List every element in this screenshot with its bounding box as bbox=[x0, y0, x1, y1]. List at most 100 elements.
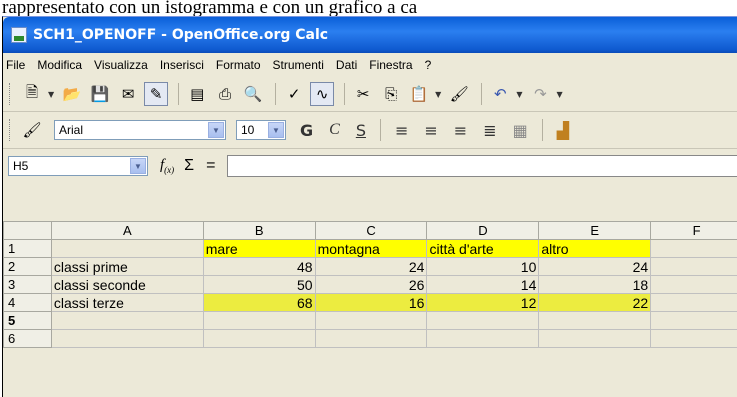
menu-help[interactable]: ? bbox=[425, 58, 432, 72]
cell-f6[interactable] bbox=[650, 329, 737, 348]
align-center-icon[interactable]: ≡ bbox=[424, 121, 437, 140]
chevron-down-icon[interactable]: ▼ bbox=[516, 90, 522, 99]
merge-cells-icon[interactable]: ▦ bbox=[513, 121, 528, 140]
justify-icon[interactable]: ≣ bbox=[483, 121, 496, 140]
cut-icon[interactable]: ✂ bbox=[351, 82, 375, 106]
menu-file[interactable]: File bbox=[6, 58, 25, 72]
underline-button[interactable]: S bbox=[356, 121, 366, 140]
menu-strumenti[interactable]: Strumenti bbox=[273, 58, 324, 72]
email-icon[interactable]: ✉ bbox=[116, 82, 140, 106]
formula-input[interactable] bbox=[227, 155, 737, 177]
row-header-4[interactable]: 4 bbox=[3, 293, 52, 312]
paste-icon[interactable]: 📋 bbox=[407, 82, 431, 106]
sum-icon[interactable]: Σ bbox=[184, 157, 194, 175]
cell-c5[interactable] bbox=[314, 311, 428, 330]
chevron-down-icon[interactable]: ▼ bbox=[268, 122, 284, 138]
column-header-b[interactable]: B bbox=[202, 221, 316, 240]
toolbar-grip[interactable] bbox=[9, 83, 12, 105]
function-wizard-icon[interactable]: f(x) bbox=[160, 157, 174, 175]
cell-e4[interactable]: 22 bbox=[538, 293, 652, 312]
font-name-select[interactable]: Arial ▼ bbox=[54, 120, 226, 140]
row-header-1[interactable]: 1 bbox=[3, 239, 52, 258]
undo-icon[interactable]: ↶ bbox=[488, 82, 512, 106]
cell-a2[interactable]: classi prime bbox=[50, 257, 204, 276]
column-header-a[interactable]: A bbox=[50, 221, 204, 240]
cell-c1[interactable]: montagna bbox=[314, 239, 428, 258]
row-header-6[interactable]: 6 bbox=[3, 329, 52, 348]
cell-b1[interactable]: mare bbox=[202, 239, 316, 258]
menu-finestra[interactable]: Finestra bbox=[369, 58, 412, 72]
cell-e6[interactable] bbox=[538, 329, 652, 348]
cell-a6[interactable] bbox=[50, 329, 204, 348]
cell-d6[interactable] bbox=[426, 329, 540, 348]
cell-a3[interactable]: classi seconde bbox=[50, 275, 204, 294]
chevron-down-icon[interactable]: ▼ bbox=[130, 158, 146, 174]
clone-format-icon[interactable]: 🖌 bbox=[447, 82, 471, 106]
autospellcheck-icon[interactable]: ∿ bbox=[310, 82, 335, 106]
currency-format-icon[interactable]: ▟ bbox=[557, 121, 569, 140]
print-icon[interactable]: ⎙ bbox=[213, 82, 237, 106]
redo-icon[interactable]: ↷ bbox=[528, 82, 552, 106]
cell-b3[interactable]: 50 bbox=[202, 275, 316, 294]
select-all-corner[interactable] bbox=[3, 221, 52, 240]
spellcheck-icon[interactable]: ✓ bbox=[282, 82, 306, 106]
cell-f1[interactable] bbox=[650, 239, 737, 258]
cell-e1[interactable]: altro bbox=[538, 239, 652, 258]
toolbar-grip[interactable] bbox=[9, 119, 12, 141]
chevron-down-icon[interactable]: ▼ bbox=[435, 90, 441, 99]
cell-c4[interactable]: 16 bbox=[314, 293, 428, 312]
align-left-icon[interactable]: ≡ bbox=[395, 121, 408, 140]
chevron-down-icon[interactable]: ▼ bbox=[208, 122, 224, 138]
align-right-icon[interactable]: ≡ bbox=[454, 121, 467, 140]
row-header-3[interactable]: 3 bbox=[3, 275, 52, 294]
row-header-2[interactable]: 2 bbox=[3, 257, 52, 276]
menu-formato[interactable]: Formato bbox=[216, 58, 261, 72]
new-document-icon[interactable]: 🗎 bbox=[20, 82, 44, 106]
cell-c3[interactable]: 26 bbox=[314, 275, 428, 294]
cell-b2[interactable]: 48 bbox=[202, 257, 316, 276]
column-header-d[interactable]: D bbox=[426, 221, 540, 240]
copy-icon[interactable]: ⎘ bbox=[379, 82, 403, 106]
row-header-5[interactable]: 5 bbox=[3, 311, 52, 330]
bold-button[interactable]: G bbox=[300, 121, 313, 140]
name-box[interactable]: H5 ▼ bbox=[8, 156, 148, 176]
export-pdf-icon[interactable]: ▤ bbox=[185, 82, 209, 106]
print-preview-icon[interactable]: 🔍 bbox=[241, 82, 265, 106]
cell-d1[interactable]: città d'arte bbox=[426, 239, 540, 258]
cell-f5[interactable] bbox=[650, 311, 737, 330]
cell-a4[interactable]: classi terze bbox=[50, 293, 204, 312]
title-bar[interactable]: SCH1_OPENOFF - OpenOffice.org Calc bbox=[3, 17, 737, 53]
cell-e2[interactable]: 24 bbox=[538, 257, 652, 276]
menu-inserisci[interactable]: Inserisci bbox=[160, 58, 204, 72]
cell-a5[interactable] bbox=[50, 311, 204, 330]
column-header-f[interactable]: F bbox=[650, 221, 737, 240]
cell-c6[interactable] bbox=[314, 329, 428, 348]
chevron-down-icon[interactable]: ▼ bbox=[48, 90, 54, 99]
function-icon[interactable]: = bbox=[206, 157, 215, 175]
font-size-select[interactable]: 10 ▼ bbox=[236, 120, 286, 140]
chevron-down-icon[interactable]: ▼ bbox=[556, 90, 562, 99]
cell-d3[interactable]: 14 bbox=[426, 275, 540, 294]
menu-modifica[interactable]: Modifica bbox=[37, 58, 82, 72]
cell-a1[interactable] bbox=[50, 239, 204, 258]
column-header-e[interactable]: E bbox=[538, 221, 652, 240]
edit-file-icon[interactable]: ✎ bbox=[144, 82, 169, 106]
cell-d2[interactable]: 10 bbox=[426, 257, 540, 276]
italic-button[interactable]: C bbox=[329, 121, 340, 139]
cell-b5[interactable] bbox=[202, 311, 316, 330]
styles-icon[interactable]: 🖌 bbox=[20, 118, 44, 142]
cell-d4[interactable]: 12 bbox=[426, 293, 540, 312]
cell-b4[interactable]: 68 bbox=[202, 293, 316, 312]
cell-f4[interactable] bbox=[650, 293, 737, 312]
cell-f2[interactable] bbox=[650, 257, 737, 276]
cell-b6[interactable] bbox=[202, 329, 316, 348]
menu-visualizza[interactable]: Visualizza bbox=[94, 58, 148, 72]
cell-e3[interactable]: 18 bbox=[538, 275, 652, 294]
cell-f3[interactable] bbox=[650, 275, 737, 294]
column-header-c[interactable]: C bbox=[314, 221, 428, 240]
menu-dati[interactable]: Dati bbox=[336, 58, 357, 72]
cell-d5[interactable] bbox=[426, 311, 540, 330]
open-folder-icon[interactable]: 📂 bbox=[60, 82, 84, 106]
save-icon[interactable]: 💾 bbox=[88, 82, 112, 106]
cell-e5[interactable] bbox=[538, 311, 652, 330]
